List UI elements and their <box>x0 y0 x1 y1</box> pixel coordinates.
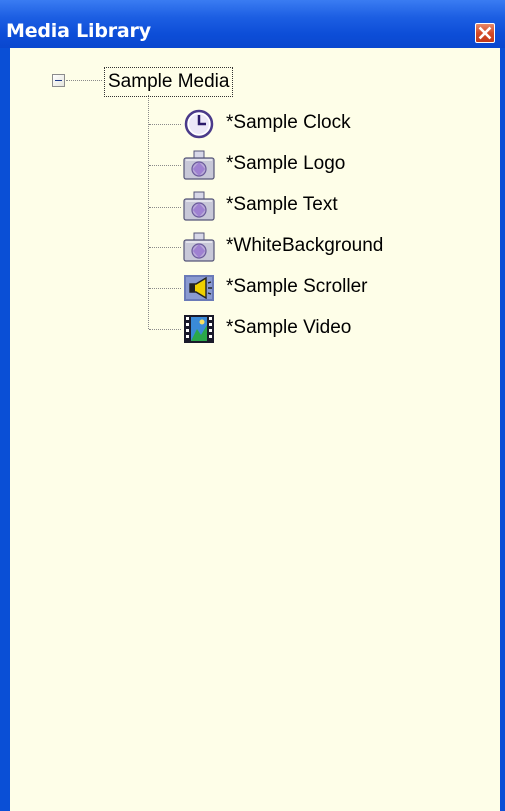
close-x-icon <box>478 26 492 40</box>
camera-image-icon <box>183 191 215 221</box>
tree-connector <box>149 207 181 208</box>
tree-item-label: *WhiteBackground <box>226 235 384 256</box>
tree-connector <box>149 165 181 166</box>
megaphone-scroller-icon <box>184 275 214 301</box>
clock-icon <box>184 109 214 139</box>
tree-connector <box>148 95 149 329</box>
tree-item-label: *Sample Video <box>226 317 352 338</box>
panel-border <box>500 48 505 811</box>
tree-connector <box>66 80 102 81</box>
tree-item-label: *Sample Clock <box>226 112 351 133</box>
tree-item-label: *Sample Logo <box>226 153 346 174</box>
tree-connector <box>149 124 181 125</box>
tree-root-sample-media[interactable]: Sample Media <box>104 67 234 97</box>
collapse-minus-icon[interactable] <box>52 74 65 87</box>
camera-image-icon <box>183 232 215 262</box>
tree-connector <box>149 329 181 330</box>
close-button[interactable] <box>475 23 495 43</box>
media-library-panel: Media Library Sample Media *Sample Clock <box>0 0 505 811</box>
tree-item-label: *Sample Scroller <box>226 276 368 297</box>
tree-connector <box>149 288 181 289</box>
panel-title: Media Library <box>6 20 151 42</box>
film-video-icon <box>184 315 214 343</box>
title-bar: Media Library <box>0 0 505 48</box>
tree-item-label: *Sample Text <box>226 194 338 215</box>
camera-image-icon <box>183 150 215 180</box>
tree-connector <box>149 247 181 248</box>
